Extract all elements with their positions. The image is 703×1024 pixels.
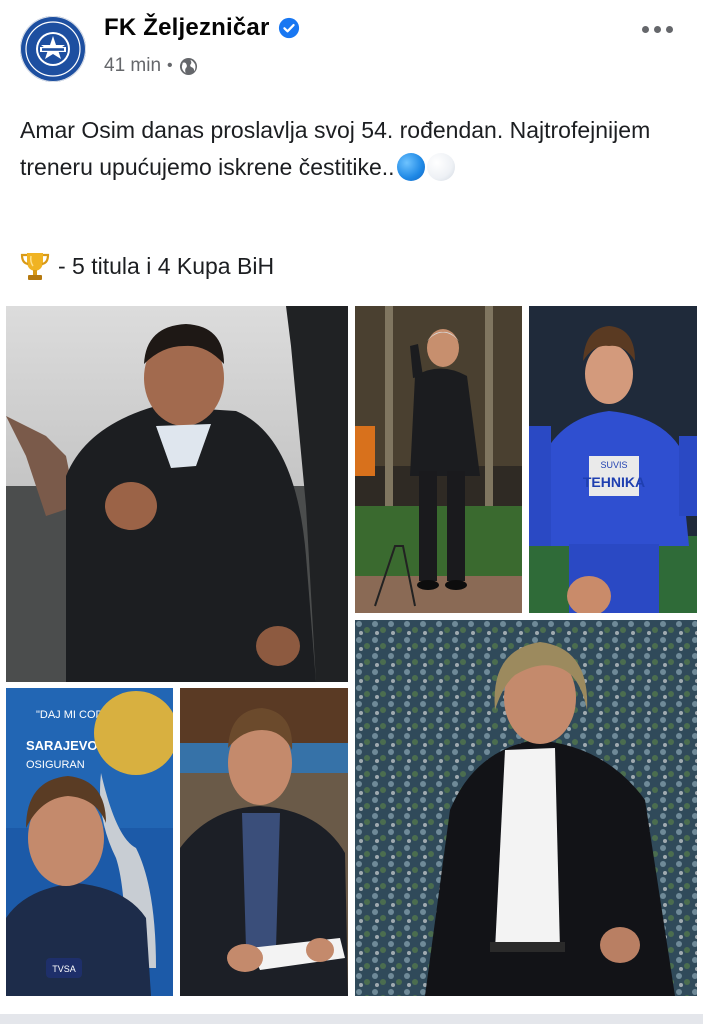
trophy-line: - 5 titula i 4 Kupa BiH <box>20 250 274 282</box>
club-crest-icon <box>21 17 85 81</box>
more-dot <box>665 25 673 33</box>
post-meta: 41 min • <box>104 55 198 77</box>
verified-badge-icon <box>278 17 299 39</box>
page-name[interactable]: FK Željezničar <box>104 14 300 42</box>
tv-logo-text: TVSA <box>52 964 76 974</box>
sponsor-text-2: TEHNIKA <box>583 474 645 490</box>
page-avatar[interactable] <box>20 16 86 82</box>
photo-coach-suit[interactable] <box>355 620 697 996</box>
trophy-text: - 5 titula i 4 Kupa BiH <box>58 252 275 279</box>
post-time[interactable]: 41 min <box>104 55 161 77</box>
photo-coach-touchline[interactable] <box>355 306 522 613</box>
post-message: Amar Osim danas proslavlja svoj 54. rođe… <box>20 112 680 186</box>
sign-text-3: OSIGURAN <box>26 759 85 771</box>
more-dot <box>653 25 661 33</box>
sponsor-text-1: SUVIS <box>600 460 627 470</box>
post-message-text: Amar Osim danas proslavlja svoj 54. rođe… <box>20 117 651 180</box>
page-name-text[interactable]: FK Željezničar <box>104 14 270 42</box>
photo-coach-papers[interactable] <box>180 688 348 996</box>
photo-young-player[interactable]: SUVIS TEHNIKA <box>529 306 697 613</box>
trophy-icon <box>20 253 50 280</box>
globe-icon[interactable] <box>179 57 198 76</box>
white-circle-icon <box>426 153 455 181</box>
more-options-button[interactable] <box>637 14 677 44</box>
blue-circle-icon <box>396 153 425 181</box>
post-text: Amar Osim danas proslavlja svoj 54. rođe… <box>20 112 680 186</box>
photo-coach-celebrating[interactable] <box>6 306 348 682</box>
photo-coach-trophy[interactable]: "DAJ MI CODE" SARAJEVO OSIGURAN TVSA <box>6 688 173 996</box>
post-header: FK Željezničar 41 min • <box>0 0 703 96</box>
post-bottom-divider <box>0 1014 703 1024</box>
photo-gallery: SUVIS TEHNIKA "DAJ MI CODE" SARAJEVO OSI… <box>0 302 703 1002</box>
more-dot <box>641 25 649 33</box>
sign-text-2: SARAJEVO <box>26 738 98 753</box>
meta-separator: • <box>167 57 173 74</box>
